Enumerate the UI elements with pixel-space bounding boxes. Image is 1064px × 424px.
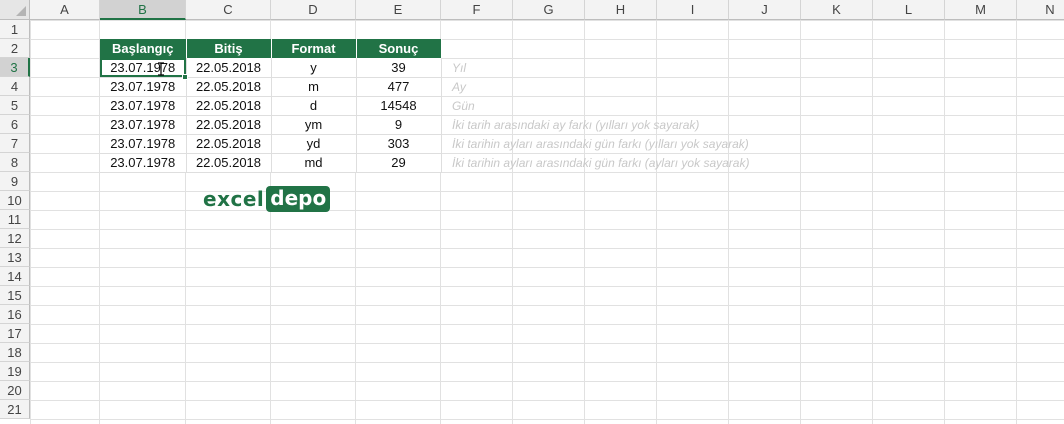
table-row: 23.07.1978 22.05.2018 ym 9 bbox=[100, 115, 442, 135]
column-header-d[interactable]: D bbox=[271, 0, 356, 20]
select-all-icon bbox=[16, 6, 26, 16]
cell-result[interactable]: 14548 bbox=[356, 96, 442, 116]
exceldepo-logo: excel depo bbox=[203, 186, 331, 212]
select-all-corner[interactable] bbox=[0, 0, 30, 20]
note-day: Gün bbox=[452, 99, 475, 113]
row-header[interactable]: 19 bbox=[0, 362, 30, 381]
cell-format[interactable]: yd bbox=[271, 134, 357, 154]
cell-end[interactable]: 22.05.2018 bbox=[186, 96, 272, 116]
cell-result[interactable]: 303 bbox=[356, 134, 442, 154]
column-header-f[interactable]: F bbox=[441, 0, 513, 20]
cell-start[interactable]: 23.07.1978 bbox=[100, 115, 187, 135]
row-header[interactable]: 13 bbox=[0, 248, 30, 267]
text-cursor-icon bbox=[158, 62, 164, 76]
header-start[interactable]: Başlangıç bbox=[100, 39, 187, 58]
cell-end[interactable]: 22.05.2018 bbox=[186, 115, 272, 135]
table-row: 23.07.1978 22.05.2018 d 14548 bbox=[100, 96, 442, 116]
cell-result[interactable]: 29 bbox=[356, 153, 442, 173]
row-header[interactable]: 10 bbox=[0, 191, 30, 210]
table-row: 23.07.1978 22.05.2018 yd 303 bbox=[100, 134, 442, 154]
cell-start[interactable]: 23.07.1978 bbox=[100, 77, 187, 97]
row-header[interactable]: 11 bbox=[0, 210, 30, 229]
fill-handle[interactable] bbox=[182, 74, 188, 80]
cell-format[interactable]: md bbox=[271, 153, 357, 173]
row-header[interactable]: 9 bbox=[0, 172, 30, 191]
gridline bbox=[1016, 20, 1017, 424]
header-format[interactable]: Format bbox=[271, 39, 357, 58]
row-header[interactable]: 17 bbox=[0, 324, 30, 343]
row-header[interactable]: 7 bbox=[0, 134, 30, 153]
row-header-selected[interactable]: 3 bbox=[0, 58, 30, 77]
cell-result[interactable]: 9 bbox=[356, 115, 442, 135]
table-row: 23.07.1978 22.05.2018 y 39 bbox=[100, 58, 442, 78]
column-header-h[interactable]: H bbox=[585, 0, 657, 20]
row-header[interactable]: 5 bbox=[0, 96, 30, 115]
cell-end[interactable]: 22.05.2018 bbox=[186, 153, 272, 173]
cell-end[interactable]: 22.05.2018 bbox=[186, 58, 272, 78]
cell-format[interactable]: y bbox=[271, 58, 357, 78]
column-header-b[interactable]: B bbox=[100, 0, 186, 20]
cell-format[interactable]: ym bbox=[271, 115, 357, 135]
header-result[interactable]: Sonuç bbox=[356, 39, 442, 58]
row-header[interactable]: 4 bbox=[0, 77, 30, 96]
cell-format[interactable]: m bbox=[271, 77, 357, 97]
table-header-row: Başlangıç Bitiş Format Sonuç bbox=[100, 39, 442, 58]
gridline bbox=[800, 20, 801, 424]
gridline bbox=[872, 20, 873, 424]
column-header-n[interactable]: N bbox=[1017, 0, 1064, 20]
row-header[interactable]: 12 bbox=[0, 229, 30, 248]
cell-start[interactable]: 23.07.1978 bbox=[100, 134, 187, 154]
row-header[interactable]: 21 bbox=[0, 400, 30, 419]
cell-end[interactable]: 22.05.2018 bbox=[186, 77, 272, 97]
gridline bbox=[512, 20, 513, 424]
row-headers: 1 2 3 4 5 6 7 8 9 10 11 12 13 14 15 16 1… bbox=[0, 20, 30, 419]
column-header-j[interactable]: J bbox=[729, 0, 801, 20]
gridline bbox=[944, 20, 945, 424]
cell-start[interactable]: 23.07.1978 bbox=[100, 58, 187, 78]
row-header[interactable]: 14 bbox=[0, 267, 30, 286]
cell-start[interactable]: 23.07.1978 bbox=[100, 153, 187, 173]
gridline bbox=[656, 20, 657, 424]
row-header[interactable]: 20 bbox=[0, 381, 30, 400]
column-header-g[interactable]: G bbox=[513, 0, 585, 20]
row-header[interactable]: 16 bbox=[0, 305, 30, 324]
cell-end[interactable]: 22.05.2018 bbox=[186, 134, 272, 154]
cell-result[interactable]: 39 bbox=[356, 58, 442, 78]
row-header[interactable]: 1 bbox=[0, 20, 30, 39]
logo-text-excel: excel bbox=[203, 187, 265, 211]
logo-text-depo: depo bbox=[266, 186, 331, 212]
row-header[interactable]: 8 bbox=[0, 153, 30, 172]
row-header[interactable]: 18 bbox=[0, 343, 30, 362]
column-header-k[interactable]: K bbox=[801, 0, 873, 20]
cell-format[interactable]: d bbox=[271, 96, 357, 116]
note-md: İki tarihin ayları arasındaki gün farkı … bbox=[452, 156, 750, 170]
column-header-c[interactable]: C bbox=[186, 0, 271, 20]
note-month: Ay bbox=[452, 80, 466, 94]
note-yd: İki tarihin ayları arasındaki gün farkı … bbox=[452, 137, 749, 151]
row-header[interactable]: 2 bbox=[0, 39, 30, 58]
note-year: Yıl bbox=[452, 61, 467, 75]
column-headers: A B C D E F G H I J K L M N bbox=[30, 0, 1064, 20]
table-row: 23.07.1978 22.05.2018 m 477 bbox=[100, 77, 442, 97]
row-header[interactable]: 15 bbox=[0, 286, 30, 305]
note-ym: İki tarih arasındaki ay farkı (yılları y… bbox=[452, 118, 700, 132]
table-row: 23.07.1978 22.05.2018 md 29 bbox=[100, 153, 442, 173]
column-header-a[interactable]: A bbox=[30, 0, 100, 20]
cell-result[interactable]: 477 bbox=[356, 77, 442, 97]
cell-start[interactable]: 23.07.1978 bbox=[100, 96, 187, 116]
header-end[interactable]: Bitiş bbox=[186, 39, 272, 58]
gridline bbox=[584, 20, 585, 424]
column-header-i[interactable]: I bbox=[657, 0, 729, 20]
column-header-l[interactable]: L bbox=[873, 0, 945, 20]
gridline bbox=[728, 20, 729, 424]
row-header[interactable]: 6 bbox=[0, 115, 30, 134]
date-diff-table: Başlangıç Bitiş Format Sonuç 23.07.1978 … bbox=[100, 39, 442, 173]
column-header-m[interactable]: M bbox=[945, 0, 1017, 20]
column-header-e[interactable]: E bbox=[356, 0, 441, 20]
